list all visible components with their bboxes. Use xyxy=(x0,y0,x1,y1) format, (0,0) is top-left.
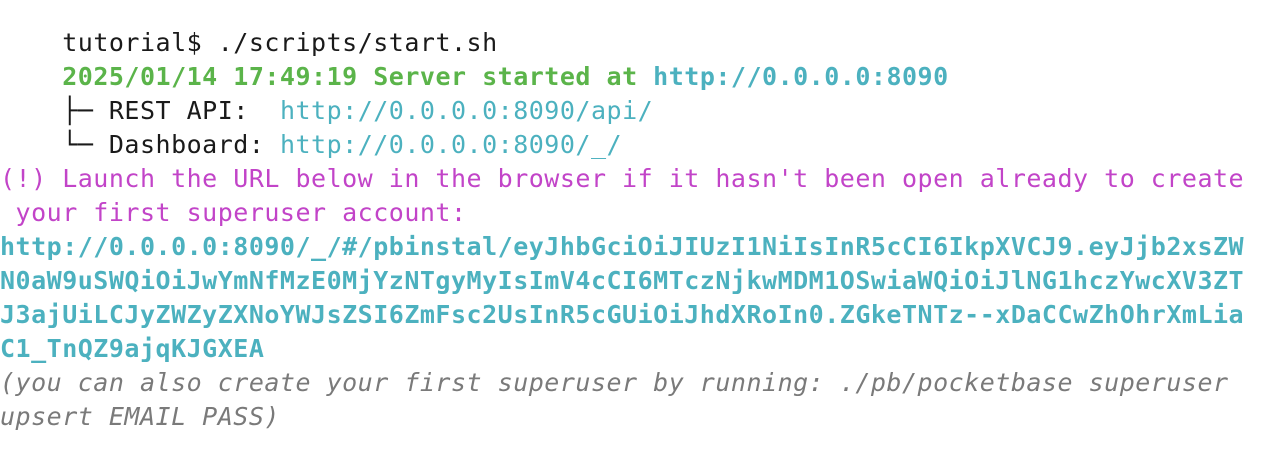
install-url-line-1[interactable]: http://0.0.0.0:8090/_/#/pbinstal/eyJhbGc… xyxy=(0,230,1244,264)
install-url-line-4[interactable]: C1_TnQZ9ajqKJGXEA xyxy=(0,332,264,366)
server-url-link[interactable]: http://0.0.0.0:8090 xyxy=(653,62,948,91)
superuser-hint-line-2: upsert EMAIL PASS) xyxy=(0,402,280,431)
prompt-line: tutorial$ ./scripts/start.sh xyxy=(0,0,498,57)
launch-notice-line-2: your first superuser account: xyxy=(0,198,467,227)
terminal-output[interactable]: tutorial$ ./scripts/start.sh 2025/01/14 … xyxy=(0,0,1286,464)
dashboard-label: └─ Dashboard: xyxy=(62,130,280,159)
launch-notice-line-1: (!) Launch the URL below in the browser … xyxy=(0,164,1245,193)
dashboard-link[interactable]: http://0.0.0.0:8090/_/ xyxy=(280,130,622,159)
superuser-hint-line-1: (you can also create your first superuse… xyxy=(0,368,1229,397)
install-url-line-2[interactable]: N0aW9uSWQiOiJwYmNfMzE0MjYzNTgyMyIsImV4cC… xyxy=(0,264,1244,298)
server-started-line: 2025/01/14 17:49:19 Server started at ht… xyxy=(0,26,949,91)
dashboard-line: └─ Dashboard: http://0.0.0.0:8090/_/ xyxy=(0,94,622,159)
rest-api-line: ├─ REST API: http://0.0.0.0:8090/api/ xyxy=(0,60,653,125)
install-url-line-3[interactable]: J3ajUiLCJyZWZyZXNoYWJsZSI6ZmFsc2UsInR5cG… xyxy=(0,298,1244,332)
